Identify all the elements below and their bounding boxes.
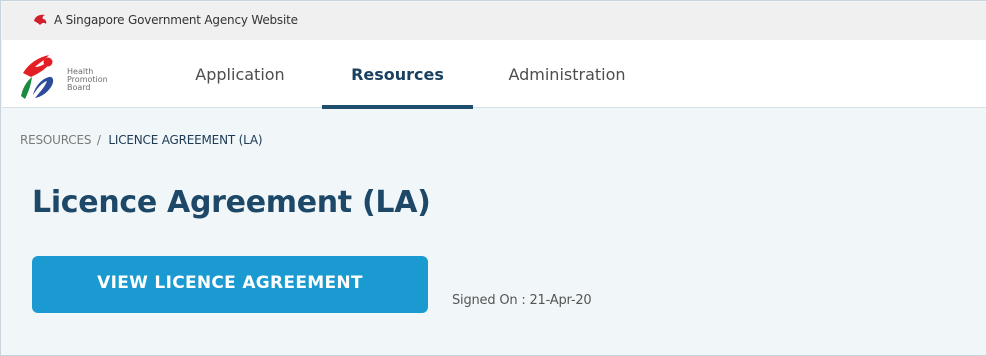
breadcrumb-resources[interactable]: RESOURCES: [20, 133, 91, 147]
hpb-logo[interactable]: Health Promotion Board: [15, 51, 125, 103]
nav-resources[interactable]: Resources: [322, 40, 473, 109]
nav-administration-label: Administration: [508, 64, 626, 84]
nav-administration[interactable]: Administration: [502, 40, 632, 108]
nav-application-label: Application: [195, 64, 285, 84]
breadcrumb-separator: /: [96, 133, 101, 147]
breadcrumb-current: LICENCE AGREEMENT (LA): [108, 133, 263, 147]
active-tab-indicator: [322, 105, 473, 109]
page-title: Licence Agreement (LA): [32, 185, 431, 220]
view-licence-agreement-button[interactable]: VIEW LICENCE AGREEMENT: [32, 256, 428, 313]
logo-text: Health Promotion Board: [67, 68, 108, 92]
nav-resources-label: Resources: [351, 64, 444, 84]
page-frame: A Singapore Government Agency Website He…: [0, 0, 986, 356]
gov-masthead: A Singapore Government Agency Website: [2, 2, 986, 40]
nav-application[interactable]: Application: [190, 40, 290, 108]
signed-on-text: Signed On : 21-Apr-20: [452, 293, 592, 308]
lion-head-icon: [34, 14, 47, 25]
site-header: Health Promotion Board Application Resou…: [2, 40, 986, 109]
gov-masthead-text: A Singapore Government Agency Website: [54, 12, 298, 27]
logo-line-board: Board: [67, 83, 91, 92]
breadcrumb: RESOURCES / LICENCE AGREEMENT (LA): [20, 133, 263, 147]
